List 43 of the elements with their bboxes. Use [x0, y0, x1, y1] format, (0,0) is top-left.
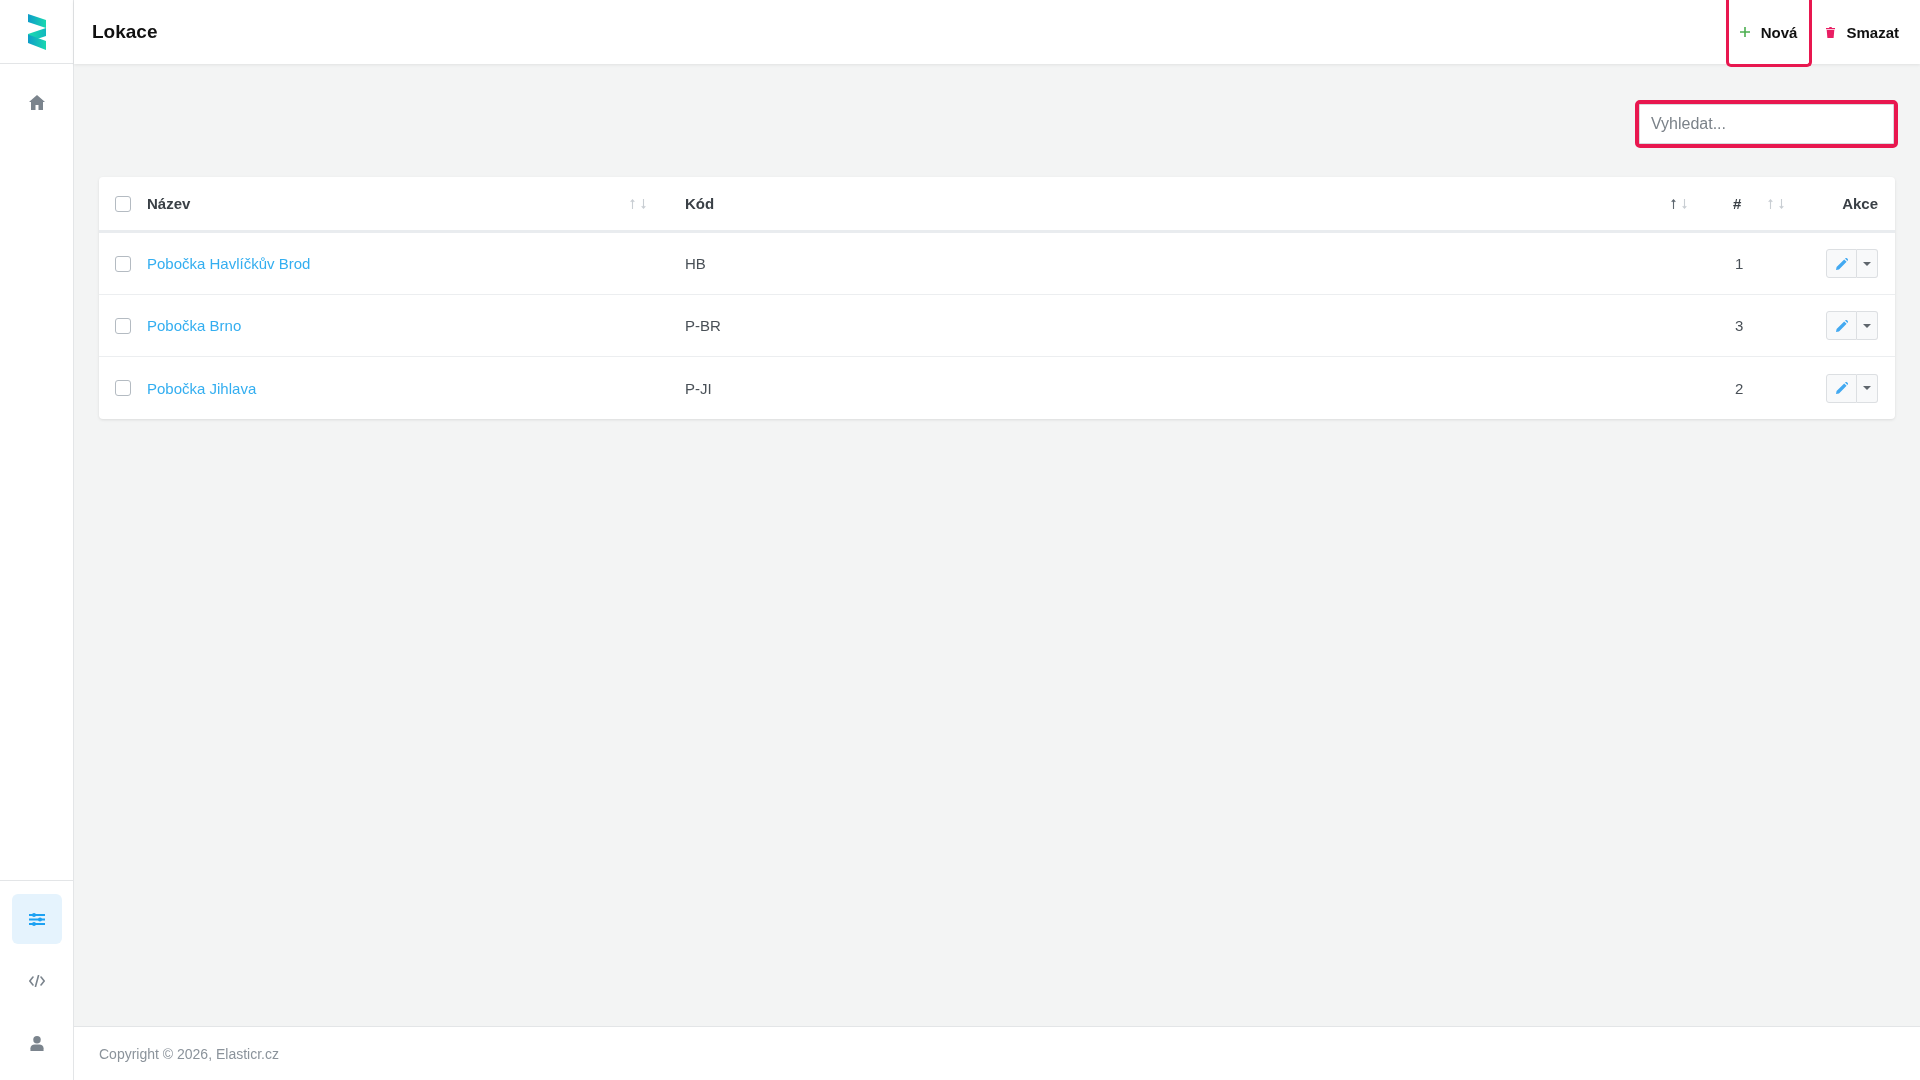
dropdown-button[interactable] — [1857, 311, 1878, 340]
column-header: Akce — [1842, 195, 1878, 212]
plus-icon — [1739, 27, 1750, 37]
location-link[interactable]: Pobočka Havlíčkův Brod — [147, 255, 311, 272]
select-all-checkbox[interactable] — [115, 195, 131, 212]
search-field[interactable]: Vyhledat... — [1635, 100, 1898, 148]
row-checkbox[interactable] — [115, 380, 131, 396]
sliders-icon — [28, 911, 45, 927]
edit-button[interactable] — [1826, 311, 1857, 340]
row-checkbox[interactable] — [115, 317, 131, 334]
logo-icon — [27, 13, 46, 50]
row-checkbox[interactable] — [115, 255, 131, 272]
dropdown-button[interactable] — [1857, 249, 1878, 278]
table-cell: P-BR — [685, 317, 721, 334]
copyright-text: Copyright © 2026, Elasticr.cz — [99, 1045, 279, 1062]
column-header: Kód — [685, 195, 715, 212]
edit-button[interactable] — [1826, 373, 1857, 403]
sort-icon[interactable] — [1670, 198, 1688, 209]
caret-icon — [1863, 386, 1871, 390]
column-header: Název — [147, 195, 191, 212]
caret-icon — [1863, 261, 1871, 266]
home-icon — [28, 94, 45, 110]
table-cell: 3 — [1735, 317, 1744, 334]
table-cell: 2 — [1735, 379, 1744, 397]
dropdown-button[interactable] — [1857, 373, 1878, 403]
pencil-icon — [1835, 382, 1848, 394]
edit-button[interactable] — [1826, 249, 1857, 278]
table-cell: HB — [685, 255, 706, 272]
table-cell: 1 — [1735, 255, 1744, 272]
location-link[interactable]: Pobočka Brno — [147, 317, 242, 334]
pencil-icon — [1835, 257, 1848, 270]
page-title: Lokace — [92, 20, 158, 44]
code-icon — [28, 975, 45, 987]
settings-nav-button[interactable] — [11, 894, 62, 944]
new-button[interactable]: Nová — [1725, 0, 1813, 67]
column-header: # — [1733, 195, 1742, 212]
trash-icon — [1826, 26, 1836, 38]
caret-icon — [1863, 323, 1871, 328]
user-icon — [28, 1035, 45, 1051]
location-link[interactable]: Pobočka Jihlava — [147, 379, 257, 397]
pencil-icon — [1835, 319, 1848, 332]
table-cell: P-JI — [685, 379, 712, 397]
delete-button[interactable]: Smazat — [1812, 0, 1914, 67]
